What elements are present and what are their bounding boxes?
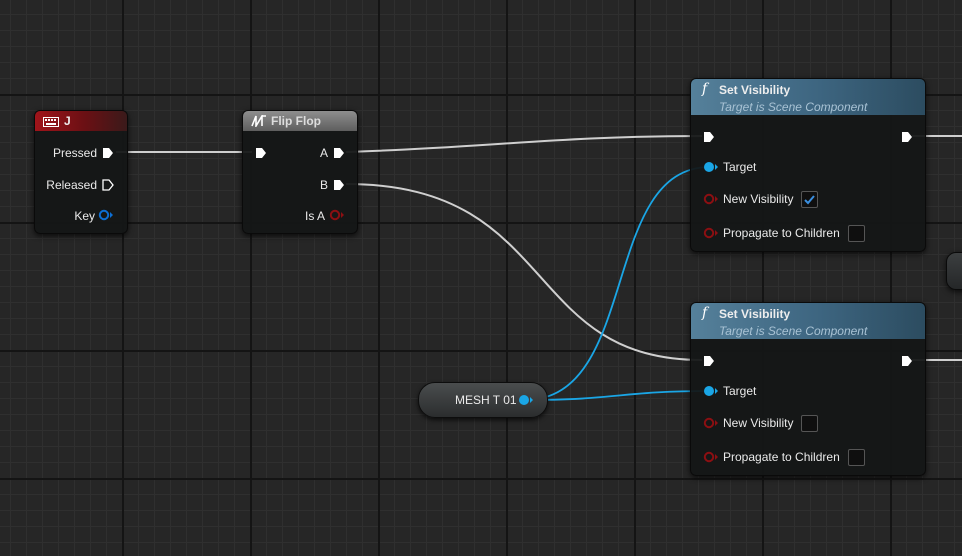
mesh-variable-node[interactable]: MESH T 01 <box>418 382 548 418</box>
set-visibility-2-target-label: Target <box>723 384 757 398</box>
set-visibility-header-2[interactable]: f Set Visibility Target is Scene Compone… <box>691 303 925 339</box>
function-icon: f <box>702 305 708 321</box>
key-event-node[interactable]: J Pressed Released Key <box>34 110 128 234</box>
mesh-object-out-pin[interactable] <box>518 394 534 406</box>
key-struct-pin[interactable] <box>98 209 114 221</box>
set-visibility-1-new-visibility-pin[interactable] <box>703 193 719 205</box>
flip-flop-b-label: B <box>319 178 328 192</box>
set-visibility-subtitle-2: Target is Scene Component <box>719 324 868 338</box>
set-visibility-1-exec-out[interactable] <box>901 131 913 143</box>
mesh-variable-label: MESH T 01 <box>455 393 517 407</box>
set-visibility-node-1[interactable]: f Set Visibility Target is Scene Compone… <box>690 78 926 252</box>
set-visibility-2-new-visibility-label: New Visibility <box>723 416 794 430</box>
exec-wire-b-to-setvis2 <box>345 183 703 361</box>
flip-flop-is-a-label: Is A <box>304 209 325 223</box>
exec-out-pin-released[interactable] <box>102 179 114 191</box>
set-visibility-1-new-visibility-label: New Visibility <box>723 192 794 206</box>
set-visibility-2-target-pin[interactable] <box>703 385 719 397</box>
key-pin-label: Key <box>74 209 95 223</box>
function-icon: f <box>702 81 708 97</box>
set-visibility-1-exec-in[interactable] <box>703 131 715 143</box>
flip-flop-icon <box>251 115 266 127</box>
key-event-title: J <box>64 114 71 128</box>
set-visibility-header-1[interactable]: f Set Visibility Target is Scene Compone… <box>691 79 925 115</box>
flip-flop-a-label: A <box>319 146 328 160</box>
is-a-bool-pin[interactable] <box>329 209 345 221</box>
set-visibility-1-propagate-label: Propagate to Children <box>723 226 840 240</box>
set-visibility-2-exec-in[interactable] <box>703 355 715 367</box>
set-visibility-1-propagate-pin[interactable] <box>703 227 719 239</box>
released-pin-label: Released <box>46 178 97 192</box>
exec-wire-a-to-setvis1 <box>345 135 703 153</box>
object-wire-to-target2 <box>524 390 711 401</box>
key-event-header[interactable]: J <box>35 111 127 131</box>
set-visibility-1-propagate-checkbox[interactable] <box>848 225 865 242</box>
set-visibility-1-new-visibility-checkbox[interactable] <box>801 191 818 208</box>
flip-flop-header[interactable]: Flip Flop <box>243 111 357 131</box>
keyboard-icon <box>43 117 59 127</box>
flip-flop-node[interactable]: Flip Flop A B Is A <box>242 110 358 234</box>
flip-flop-title: Flip Flop <box>271 114 321 128</box>
set-visibility-1-target-pin[interactable] <box>703 161 719 173</box>
offscreen-node-edge[interactable] <box>946 252 962 290</box>
set-visibility-2-propagate-checkbox[interactable] <box>848 449 865 466</box>
flip-flop-exec-out-b[interactable] <box>333 179 345 191</box>
set-visibility-1-target-label: Target <box>723 160 757 174</box>
set-visibility-2-new-visibility-pin[interactable] <box>703 417 719 429</box>
set-visibility-title-2: Set Visibility <box>719 307 791 321</box>
flip-flop-exec-out-a[interactable] <box>333 147 345 159</box>
set-visibility-2-propagate-pin[interactable] <box>703 451 719 463</box>
set-visibility-title-1: Set Visibility <box>719 83 791 97</box>
set-visibility-2-propagate-label: Propagate to Children <box>723 450 840 464</box>
flip-flop-exec-in-pin[interactable] <box>255 147 267 159</box>
set-visibility-node-2[interactable]: f Set Visibility Target is Scene Compone… <box>690 302 926 476</box>
set-visibility-subtitle-1: Target is Scene Component <box>719 100 868 114</box>
set-visibility-2-exec-out[interactable] <box>901 355 913 367</box>
set-visibility-2-new-visibility-checkbox[interactable] <box>801 415 818 432</box>
exec-out-pin-pressed[interactable] <box>102 147 114 159</box>
object-wire-to-target1 <box>524 166 711 401</box>
pressed-pin-label: Pressed <box>52 146 97 160</box>
checkmark-icon <box>804 195 815 205</box>
